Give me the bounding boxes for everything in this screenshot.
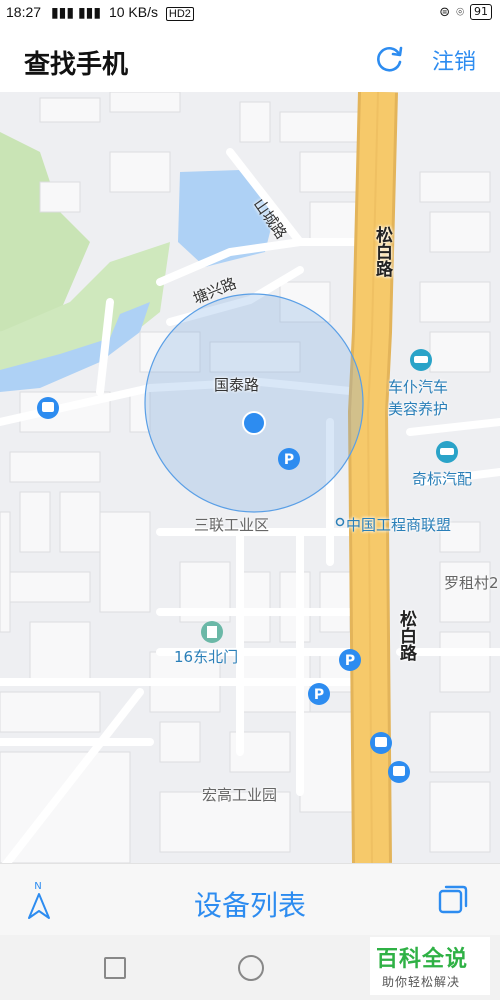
area-label: 三联工业区 [194, 516, 270, 534]
area-label: 宏高工业园 [202, 786, 278, 804]
status-right: ⊜ ⌾ 91 [439, 4, 492, 20]
status-left: 18:27 ▮▮▮ ▮▮▮ 10 KB/s HD2 [6, 4, 194, 21]
poi-label: 车仆汽车 [388, 378, 449, 396]
poi-dot-icon [335, 517, 345, 527]
accuracy-circle [144, 293, 364, 513]
poi-label: 美容养护 [388, 400, 449, 418]
location-dot [242, 411, 266, 435]
poi-label: 中国工程商联盟 [346, 516, 452, 534]
signal-icon: ▮▮▮ ▮▮▮ [50, 4, 102, 20]
status-time: 18:27 [6, 4, 42, 20]
home-button[interactable] [238, 955, 264, 981]
bottom-bar: N 设备列表 [0, 863, 500, 936]
parking-icon: P [278, 448, 300, 470]
device-list-button[interactable]: 设备列表 [0, 884, 500, 924]
road-label: 松白路 [372, 226, 392, 277]
bus-stop-icon [37, 397, 59, 419]
watermark-subtitle: 助你轻松解决 [382, 975, 461, 989]
svg-text:P: P [314, 687, 324, 703]
window-switch-icon[interactable] [436, 882, 470, 916]
network-speed: 10 KB/s [108, 4, 158, 20]
poi-label: 奇标汽配 [412, 470, 473, 488]
gate-icon [201, 621, 223, 643]
lock-icon: ⊜ [439, 4, 451, 20]
poi-label: 16东北门 [174, 648, 239, 666]
bus-stop-icon [388, 761, 410, 783]
area-label: 罗租村2 [444, 574, 499, 592]
recent-apps-button[interactable] [104, 957, 126, 979]
parking-icon: P [308, 683, 330, 705]
page-title: 查找手机 [24, 50, 129, 80]
road-label: 国泰路 [214, 376, 260, 394]
refresh-icon[interactable] [372, 42, 406, 76]
road-label: 松白路 [396, 610, 416, 661]
location-icon: ⌾ [456, 4, 464, 20]
hd-badge: HD2 [165, 7, 194, 21]
bus-stop-icon [370, 732, 392, 754]
logout-button[interactable]: 注销 [432, 44, 476, 76]
map-view[interactable]: P P P 松白路 松白路 塘兴路 国泰路 山城路 车仆汽车 美容养护 奇标汽配… [0, 92, 500, 863]
status-bar: 18:27 ▮▮▮ ▮▮▮ 10 KB/s HD2 ⊜ ⌾ 91 [0, 0, 500, 26]
svg-text:P: P [284, 452, 294, 468]
parking-icon: P [339, 649, 361, 671]
watermark: 百科全说 助你轻松解决 [370, 937, 490, 995]
app-header: 查找手机 注销 [0, 26, 500, 92]
car-service-icon [436, 441, 458, 463]
car-service-icon [410, 349, 432, 371]
svg-text:P: P [345, 653, 355, 669]
battery-indicator: 91 [470, 4, 492, 20]
watermark-title: 百科全说 [376, 947, 469, 972]
